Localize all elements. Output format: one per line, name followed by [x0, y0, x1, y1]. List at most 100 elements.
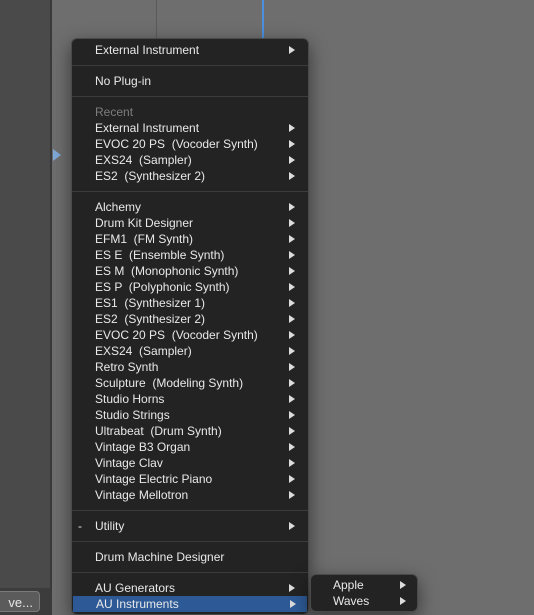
menu-item-au-instruments[interactable]: AU Instruments [73, 596, 307, 612]
background-divider [156, 0, 157, 40]
menu-item-label: Retro Synth [95, 360, 159, 374]
menu-item-label: ES2 (Synthesizer 2) [95, 169, 206, 183]
menu-item-label: Utility [95, 519, 125, 533]
menu-item-label: Vintage Clav [95, 456, 163, 470]
submenu-item-apple[interactable]: Apple [311, 577, 417, 593]
menu-item-vintage-b3-organ[interactable]: Vintage B3 Organ [72, 439, 308, 455]
menu-item-label: No Plug-in [95, 74, 152, 88]
chevron-right-icon [289, 379, 295, 387]
playhead-line [262, 0, 264, 40]
menu-separator [72, 572, 308, 573]
menu-item-label: AU Generators [95, 581, 176, 595]
menu-item-exs24-sampler[interactable]: EXS24 (Sampler) [72, 152, 308, 168]
menu-item-label: ES1 (Synthesizer 1) [95, 296, 206, 310]
chevron-right-icon [289, 395, 295, 403]
chevron-right-icon [289, 475, 295, 483]
menu-item-label: AU Instruments [96, 597, 179, 611]
menu-separator [72, 191, 308, 192]
save-button[interactable]: ve... [0, 591, 40, 612]
chevron-right-icon [289, 283, 295, 291]
menu-separator [72, 65, 308, 66]
menu-item-label: Vintage B3 Organ [95, 440, 191, 454]
au-instruments-submenu: Apple Waves [310, 574, 418, 612]
menu-item-es2-synthesizer-2[interactable]: ES2 (Synthesizer 2) [72, 311, 308, 327]
chevron-right-icon [289, 347, 295, 355]
menu-item-evoc-20-ps-vocoder-synth[interactable]: EVOC 20 PS (Vocoder Synth) [72, 327, 308, 343]
chevron-right-icon [289, 203, 295, 211]
menu-item-es1-synthesizer-1[interactable]: ES1 (Synthesizer 1) [72, 295, 308, 311]
menu-item-ultrabeat-drum-synth[interactable]: Ultrabeat (Drum Synth) [72, 423, 308, 439]
menu-item-studio-strings[interactable]: Studio Strings [72, 407, 308, 423]
chevron-right-icon [289, 219, 295, 227]
menu-item-label: Drum Machine Designer [95, 550, 225, 564]
menu-item-external-instrument[interactable]: External Instrument [72, 42, 308, 58]
instrument-plugin-menu: External Instrument No Plug-in Recent Exter… [71, 38, 309, 615]
disclosure-triangle-icon[interactable] [53, 149, 61, 161]
chevron-right-icon [289, 267, 295, 275]
chevron-right-icon [289, 251, 295, 259]
menu-item-label: ES2 (Synthesizer 2) [95, 312, 206, 326]
menu-item-vintage-electric-piano[interactable]: Vintage Electric Piano [72, 471, 308, 487]
chevron-right-icon [289, 124, 295, 132]
menu-item-label: EXS24 (Sampler) [95, 153, 192, 167]
chevron-right-icon [289, 491, 295, 499]
chevron-right-icon [289, 522, 295, 530]
menu-item-studio-horns[interactable]: Studio Horns [72, 391, 308, 407]
menu-item-label: EFM1 (FM Synth) [95, 232, 194, 246]
menu-item-efm1-fm-synth[interactable]: EFM1 (FM Synth) [72, 231, 308, 247]
menu-item-label: EVOC 20 PS (Vocoder Synth) [95, 328, 258, 342]
submenu-item-label: Apple [333, 578, 364, 592]
chevron-right-icon [289, 584, 295, 592]
menu-item-label: ES M (Monophonic Synth) [95, 264, 239, 278]
menu-item-vintage-clav[interactable]: Vintage Clav [72, 455, 308, 471]
menu-item-es2-synthesizer-2[interactable]: ES2 (Synthesizer 2) [72, 168, 308, 184]
checkmark-dash-icon: - [78, 519, 82, 533]
menu-item-label: Alchemy [95, 200, 142, 214]
menu-item-utility[interactable]: - Utility [72, 518, 308, 534]
menu-item-es-e-ensemble-synth[interactable]: ES E (Ensemble Synth) [72, 247, 308, 263]
menu-item-label: Vintage Electric Piano [95, 472, 213, 486]
chevron-right-icon [289, 331, 295, 339]
chevron-right-icon [289, 459, 295, 467]
menu-item-exs24-sampler[interactable]: EXS24 (Sampler) [72, 343, 308, 359]
submenu-item-label: Waves [333, 594, 370, 608]
menu-item-drum-kit-designer[interactable]: Drum Kit Designer [72, 215, 308, 231]
menu-item-label: Studio Horns [95, 392, 165, 406]
menu-item-label: EVOC 20 PS (Vocoder Synth) [95, 137, 258, 151]
chevron-right-icon [400, 581, 406, 589]
menu-item-label: ES E (Ensemble Synth) [95, 248, 225, 262]
menu-item-no-plug-in[interactable]: No Plug-in [72, 73, 308, 89]
menu-item-alchemy[interactable]: Alchemy [72, 199, 308, 215]
menu-item-label: Sculpture (Modeling Synth) [95, 376, 244, 390]
menu-item-evoc-20-ps-vocoder-synth[interactable]: EVOC 20 PS (Vocoder Synth) [72, 136, 308, 152]
menu-section-header-recent: Recent [72, 104, 308, 120]
menu-item-label: ES P (Polyphonic Synth) [95, 280, 230, 294]
menu-item-label: Vintage Mellotron [95, 488, 189, 502]
background-panel-edge [50, 0, 52, 615]
chevron-right-icon [289, 411, 295, 419]
menu-item-es-m-monophonic-synth[interactable]: ES M (Monophonic Synth) [72, 263, 308, 279]
menu-item-vintage-mellotron[interactable]: Vintage Mellotron [72, 487, 308, 503]
chevron-right-icon [289, 46, 295, 54]
menu-item-label: Recent [95, 105, 134, 119]
menu-item-es-p-polyphonic-synth[interactable]: ES P (Polyphonic Synth) [72, 279, 308, 295]
menu-item-retro-synth[interactable]: Retro Synth [72, 359, 308, 375]
menu-item-label: Drum Kit Designer [95, 216, 194, 230]
menu-separator [72, 510, 308, 511]
submenu-item-waves[interactable]: Waves [311, 593, 417, 609]
background-left-panel [0, 0, 52, 615]
menu-item-label: External Instrument [95, 43, 200, 57]
menu-item-sculpture-modeling-synth[interactable]: Sculpture (Modeling Synth) [72, 375, 308, 391]
menu-item-au-generators[interactable]: AU Generators [72, 580, 308, 596]
menu-item-label: External Instrument [95, 121, 200, 135]
menu-separator [72, 541, 308, 542]
chevron-right-icon [289, 427, 295, 435]
menu-item-label: EXS24 (Sampler) [95, 344, 192, 358]
chevron-right-icon [289, 156, 295, 164]
chevron-right-icon [290, 600, 296, 608]
chevron-right-icon [289, 443, 295, 451]
chevron-right-icon [289, 299, 295, 307]
chevron-right-icon [289, 172, 295, 180]
menu-item-drum-machine-designer[interactable]: Drum Machine Designer [72, 549, 308, 565]
menu-item-external-instrument[interactable]: External Instrument [72, 120, 308, 136]
